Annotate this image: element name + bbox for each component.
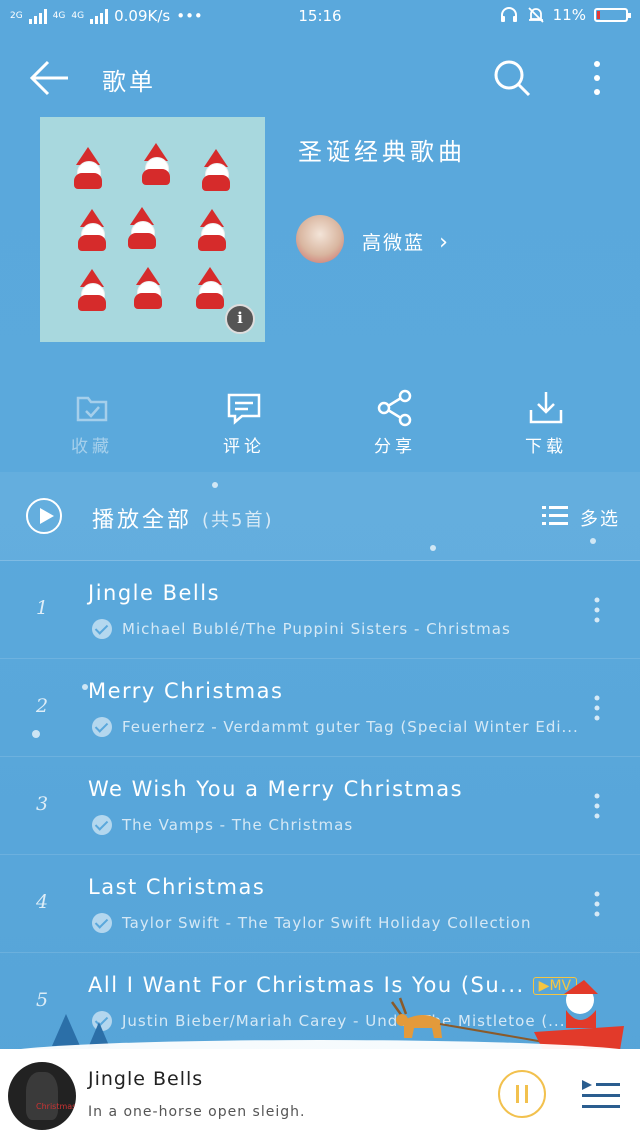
back-arrow-icon[interactable] [28,58,72,98]
search-icon[interactable] [492,58,532,98]
download-icon [529,392,563,424]
battery-icon [594,8,631,22]
more-vertical-icon[interactable] [590,596,604,624]
share-button[interactable]: 分享 [345,388,445,457]
tree-icon [52,1014,80,1046]
song-number: 1 [36,597,49,619]
now-playing-cover[interactable]: Christmas [8,1062,76,1130]
creator-avatar[interactable] [296,215,344,263]
snow-dot [82,684,88,690]
song-number: 3 [36,793,49,815]
song-number: 4 [36,891,49,913]
santa-illustration [190,267,230,311]
comment-label: 评论 [223,437,265,457]
playlist-name: 圣诞经典歌曲 [298,138,466,166]
song-row[interactable]: 4 Last Christmas Taylor Swift - The Tayl… [0,855,640,953]
snow-dot [430,545,436,551]
more-vertical-icon[interactable] [590,694,604,722]
folder-check-icon [76,396,108,422]
song-title: We Wish You a Merry Christmas [88,777,464,801]
collect-label: 收藏 [71,437,113,457]
check-circle-icon [92,717,112,737]
now-playing-title: Jingle Bells [88,1068,204,1090]
page-title: 歌单 [102,68,156,96]
santa-illustration [122,207,162,251]
bell-muted-icon [528,7,544,23]
status-right: 11% [499,6,631,24]
pause-button[interactable] [498,1070,546,1118]
song-count: (共5首) [202,510,274,531]
song-subtitle: The Vamps - The Christmas [92,815,353,835]
song-artist-album: The Vamps - The Christmas [122,816,354,834]
creator-link[interactable]: 高微蓝 › [362,228,450,255]
app-header: 歌单 [0,40,640,116]
check-circle-icon [92,913,112,933]
song-subtitle: Michael Bublé/The Puppini Sisters - Chri… [92,619,511,639]
song-row[interactable]: 3 We Wish You a Merry Christmas The Vamp… [0,757,640,855]
song-number: 5 [36,989,49,1011]
santa-illustration [192,209,232,253]
santa-illustration [128,267,168,311]
more-vertical-icon[interactable] [590,792,604,820]
playlist-cover[interactable]: i [40,117,265,342]
multi-select-button[interactable]: 多选 [580,505,620,531]
santa-illustration [136,143,176,187]
more-vertical-icon[interactable] [584,58,610,98]
headset-icon [500,7,517,22]
battery-level [597,11,600,19]
share-icon [377,389,412,427]
song-number: 2 [36,695,49,717]
santa-illustration [72,209,112,253]
song-artist-album: Feuerherz - Verdammt guter Tag (Special … [122,718,579,736]
santa-illustration [196,149,236,193]
song-artist-album: Taylor Swift - The Taylor Swift Holiday … [122,914,532,932]
play-all-icon[interactable] [26,498,62,534]
info-icon[interactable]: i [225,304,255,334]
now-playing-lyric: In a one-horse open sleigh. [88,1104,306,1120]
battery-percent: 11% [552,6,586,24]
comment-button[interactable]: 评论 [194,388,294,457]
download-button[interactable]: 下载 [496,388,596,457]
santa-illustration [68,147,108,191]
song-subtitle: Taylor Swift - The Taylor Swift Holiday … [92,913,532,933]
chevron-right-icon: › [439,230,450,255]
song-title: Jingle Bells [88,581,221,605]
snow-dot [212,482,218,488]
cover-figure [26,1072,58,1120]
check-circle-icon [92,619,112,639]
song-subtitle: Feuerherz - Verdammt guter Tag (Special … [92,717,579,737]
song-row[interactable]: 1 Jingle Bells Michael Bublé/The Puppini… [0,561,640,659]
more-vertical-icon[interactable] [590,890,604,918]
song-title: Last Christmas [88,875,266,899]
cover-text: Christmas [36,1102,76,1111]
playlist-queue-icon[interactable] [582,1078,620,1110]
song-title: Merry Christmas [88,679,284,703]
song-artist-album: Michael Bublé/The Puppini Sisters - Chri… [122,620,511,638]
list-icon[interactable] [542,504,568,528]
snow-dot [590,538,596,544]
song-row[interactable]: 2 Merry Christmas Feuerherz - Verdammt g… [0,659,640,757]
creator-name: 高微蓝 [362,232,426,254]
snow-dot [32,730,40,738]
comment-icon [227,393,261,425]
check-circle-icon [92,815,112,835]
collect-button[interactable]: 收藏 [42,388,142,457]
santa-illustration [72,269,112,313]
play-all-label[interactable]: 播放全部 [92,502,192,534]
share-label: 分享 [374,437,416,457]
status-bar: 2G 4G 4G 0.09K/s ••• 15:16 11% [0,0,640,34]
download-label: 下载 [525,437,567,457]
